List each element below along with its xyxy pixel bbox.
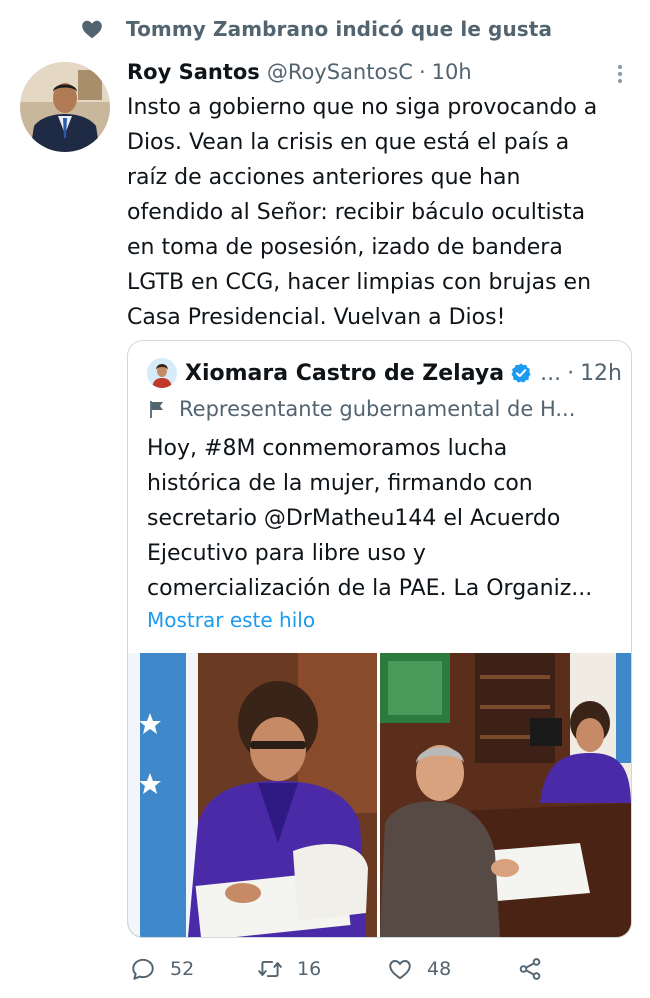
retweet-count: 16 <box>297 958 322 980</box>
liked-by-text: Tommy Zambrano indicó que le gusta <box>126 17 553 41</box>
tweet-header: Roy Santos @RoySantosC · 10h <box>127 56 632 88</box>
quoted-separator-dot: · <box>567 360 575 386</box>
quoted-timestamp[interactable]: 12h <box>580 361 622 386</box>
retweet-button[interactable]: 16 <box>257 950 321 988</box>
quoted-tweet-text: Hoy, #8M conmemoramos lucha histórica de… <box>147 436 593 601</box>
quoted-author-name[interactable]: Xiomara Castro de Zelaya <box>185 361 504 386</box>
reply-button[interactable]: 52 <box>130 950 194 988</box>
retweet-icon <box>258 960 282 978</box>
like-count: 48 <box>427 958 452 980</box>
author-handle[interactable]: @RoySantosC <box>267 60 413 84</box>
reply-count: 52 <box>170 958 195 980</box>
quoted-truncation: ... <box>540 360 562 386</box>
heart-icon <box>82 20 102 39</box>
like-heart-icon <box>389 960 411 980</box>
author-name[interactable]: Roy Santos <box>127 60 260 84</box>
author-avatar[interactable] <box>20 62 110 152</box>
share-button[interactable] <box>517 950 557 988</box>
quoted-tweet[interactable]: Xiomara Castro de Zelaya ... · 12h Repre… <box>127 340 632 938</box>
quoted-tweet-header: Xiomara Castro de Zelaya ... · 12h <box>147 357 622 389</box>
more-options-icon[interactable] <box>610 62 630 86</box>
government-label-text: Representante gubernamental de H... <box>179 397 576 421</box>
flag-icon <box>150 401 163 418</box>
like-button[interactable]: 48 <box>387 950 451 988</box>
quoted-author-avatar[interactable] <box>147 358 177 388</box>
share-icon <box>519 958 541 980</box>
separator-dot: · <box>418 60 426 84</box>
verified-badge-icon <box>511 363 531 383</box>
quoted-photo-2[interactable] <box>380 653 631 937</box>
reply-icon <box>132 958 154 980</box>
tweet[interactable]: Roy Santos @RoySantosC · 10h Insto a gob… <box>127 56 632 335</box>
government-label[interactable]: Representante gubernamental de H... <box>147 393 575 425</box>
show-thread-link[interactable]: Mostrar este hilo <box>147 608 315 632</box>
social-context: Tommy Zambrano indicó que le gusta <box>80 14 552 44</box>
tweet-timestamp[interactable]: 10h <box>432 60 472 84</box>
tweet-actions: 52 16 48 <box>127 950 632 988</box>
tweet-text: Insto a gobierno que no siga provocando … <box>127 95 598 330</box>
quoted-photo-1[interactable] <box>128 653 377 937</box>
